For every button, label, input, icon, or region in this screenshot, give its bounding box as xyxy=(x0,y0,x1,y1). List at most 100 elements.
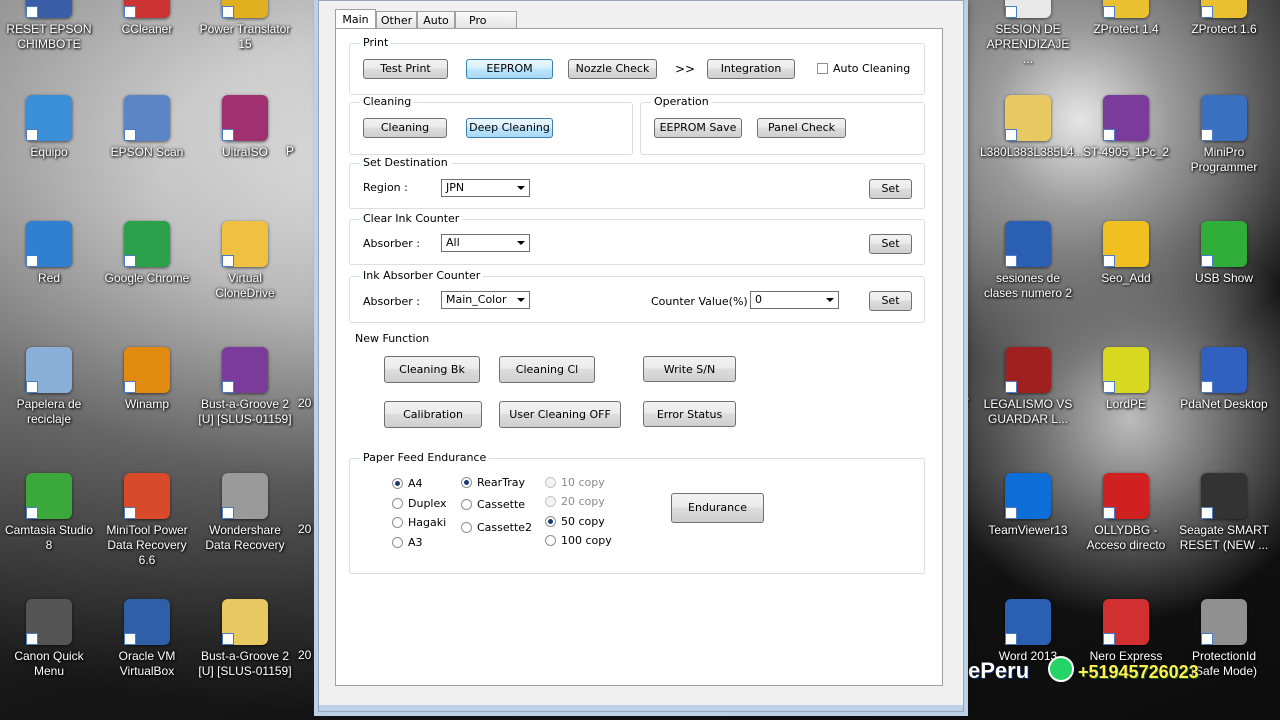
desktop-shortcut[interactable]: Power Translator 15 xyxy=(197,0,293,52)
desktop-shortcut[interactable]: Bust-a-Groove 2 [U] [SLUS-01159] xyxy=(197,347,293,427)
desktop-shortcut[interactable]: SESION DE APRENDIZAJE ... xyxy=(980,0,1076,67)
test-print-button[interactable]: Test Print xyxy=(363,59,448,79)
desktop-shortcut-label: ZProtect 1.4 xyxy=(1093,22,1159,36)
desktop-shortcut-label: Virtual CloneDrive xyxy=(215,271,275,300)
desktop-shortcut[interactable]: LordPE xyxy=(1078,347,1174,412)
desktop-shortcut[interactable]: Bust-a-Groove 2 [U] [SLUS-01159] xyxy=(197,599,293,679)
radio-cassette2[interactable] xyxy=(461,522,472,533)
desktop-shortcut[interactable]: ZProtect 1.4 xyxy=(1078,0,1174,37)
endurance-button[interactable]: Endurance xyxy=(671,493,764,523)
nozzle-check-button[interactable]: Nozzle Check xyxy=(568,59,657,79)
radio-100-copy[interactable] xyxy=(545,535,556,546)
radio-50-copy[interactable] xyxy=(545,516,556,527)
desktop-shortcut[interactable]: UltraISO xyxy=(197,95,293,160)
desktop-shortcut[interactable]: OLLYDBG - Acceso directo xyxy=(1078,473,1174,553)
ink-absorber-counter-title: Ink Absorber Counter xyxy=(360,269,484,282)
desktop-shortcut[interactable]: L380L383L385L4... xyxy=(980,95,1083,160)
watermark-brand: ePeru xyxy=(968,658,1030,683)
desktop-shortcut[interactable]: Camtasia Studio 8 xyxy=(1,473,97,553)
radio-cassette[interactable] xyxy=(461,499,472,510)
desktop-shortcut-label: LEGALISMO VS GUARDAR L... xyxy=(983,397,1073,426)
counter-value-select[interactable]: 0 xyxy=(750,291,839,309)
desktop-shortcut[interactable]: EPSON Scan xyxy=(99,95,195,160)
absorber-label: Absorber : xyxy=(363,237,420,250)
desktop-shortcut[interactable]: Oracle VM VirtualBox xyxy=(99,599,195,679)
desktop-shortcut[interactable]: RESET EPSON CHIMBOTE xyxy=(1,0,97,52)
radio-a4-label: A4 xyxy=(408,477,423,490)
cleaning-group: Cleaning Cleaning Deep Cleaning xyxy=(349,95,633,155)
desktop-shortcut[interactable]: Nero Express xyxy=(1078,599,1174,664)
desktop-shortcut[interactable]: MiniTool Power Data Recovery 6.6 xyxy=(99,473,195,568)
desktop-shortcut[interactable]: Seagate SMART RESET (NEW ... xyxy=(1176,473,1272,553)
desktop-shortcut[interactable]: Virtual CloneDrive xyxy=(197,221,293,301)
desktop-shortcut-label: PdaNet Desktop xyxy=(1180,397,1268,411)
error-status-button[interactable]: Error Status xyxy=(643,401,736,427)
set-region-button[interactable]: Set xyxy=(869,179,912,199)
set-counter-button[interactable]: Set xyxy=(869,291,912,311)
absorber-counter-select[interactable]: Main_Color xyxy=(441,291,530,309)
desktop-shortcut[interactable]: Wondershare Data Recovery xyxy=(197,473,293,553)
desktop-shortcut[interactable]: TeamViewer13 xyxy=(980,473,1076,538)
desktop-shortcut-label: CCleaner xyxy=(121,22,173,36)
desktop-shortcut[interactable]: sesiones de clases numero 2 xyxy=(980,221,1076,301)
set-clear-ink-button[interactable]: Set xyxy=(869,234,912,254)
cleaning-bk-button[interactable]: Cleaning Bk xyxy=(384,356,480,383)
desktop-shortcut[interactable]: Word 2013 xyxy=(980,599,1076,664)
chevron-down-icon xyxy=(517,186,525,190)
radio-reartray[interactable] xyxy=(461,477,472,488)
main-tab-page: Print Test Print EEPROM Nozzle Check >> … xyxy=(335,28,943,686)
desktop-shortcut[interactable]: Google Chrome xyxy=(99,221,195,286)
write-sn-button[interactable]: Write S/N xyxy=(643,356,736,382)
absorber-select[interactable]: All xyxy=(441,234,530,252)
desktop-shortcut[interactable]: Canon Quick Menu xyxy=(1,599,97,679)
user-cleaning-off-button[interactable]: User Cleaning OFF xyxy=(499,401,621,428)
desktop-shortcut[interactable]: Red xyxy=(1,221,97,286)
desktop-shortcut[interactable]: Papelera de reciclaje xyxy=(1,347,97,427)
desktop-shortcut[interactable]: Seo_Add xyxy=(1078,221,1174,286)
integration-button[interactable]: Integration xyxy=(707,59,795,79)
eeprom-save-button[interactable]: EEPROM Save xyxy=(654,118,742,138)
absorber-value: All xyxy=(446,236,460,249)
eeprom-button[interactable]: EEPROM xyxy=(466,59,553,79)
radio-a3[interactable] xyxy=(392,537,403,548)
desktop-shortcut[interactable]: MiniPro Programmer xyxy=(1176,95,1272,175)
tab-main[interactable]: Main xyxy=(335,9,376,29)
cleaning-button[interactable]: Cleaning xyxy=(363,118,447,138)
desktop-shortcut[interactable]: ZProtect 1.6 xyxy=(1176,0,1272,37)
desktop-shortcut-label: Papelera de reciclaje xyxy=(16,397,82,426)
desktop-shortcut[interactable]: CCleaner xyxy=(99,0,195,37)
region-select[interactable]: JPN xyxy=(441,179,530,197)
desktop-shortcut[interactable]: Equipo xyxy=(1,95,97,160)
desktop-shortcut-label: MiniTool Power Data Recovery 6.6 xyxy=(106,523,188,567)
desktop-shortcut[interactable]: USB Show xyxy=(1176,221,1272,286)
desktop-partial-label: T xyxy=(962,396,970,410)
radio-20-copy-label: 20 copy xyxy=(561,495,605,508)
window-frame xyxy=(319,705,963,711)
radio-duplex[interactable] xyxy=(392,498,403,509)
auto-cleaning-checkbox[interactable] xyxy=(817,63,828,74)
radio-10-copy[interactable] xyxy=(545,477,556,488)
radio-20-copy[interactable] xyxy=(545,496,556,507)
cleaning-cl-button[interactable]: Cleaning Cl xyxy=(499,356,595,383)
desktop-shortcut[interactable]: ST-4905_1Pc_2 xyxy=(1078,95,1174,160)
radio-100-copy-label: 100 copy xyxy=(561,534,612,547)
tab-auto[interactable]: Auto xyxy=(417,11,455,28)
print-group: Print Test Print EEPROM Nozzle Check >> … xyxy=(349,36,925,95)
desktop-shortcut-label: Google Chrome xyxy=(104,271,190,285)
calibration-button[interactable]: Calibration xyxy=(384,401,482,428)
desktop-shortcut[interactable]: PdaNet Desktop xyxy=(1176,347,1272,412)
tab-pro[interactable]: Pro xyxy=(455,11,517,28)
winamp-icon xyxy=(124,347,170,393)
tab-other[interactable]: Other xyxy=(376,11,417,28)
desktop-shortcut-label: L380L383L385L4... xyxy=(980,145,1084,159)
desktop-shortcut[interactable]: LEGALISMO VS GUARDAR L... xyxy=(980,347,1076,427)
deep-cleaning-button[interactable]: Deep Cleaning xyxy=(466,118,553,138)
desktop-shortcut-label: Seagate SMART RESET (NEW ... xyxy=(1179,523,1269,552)
computer-icon xyxy=(26,95,72,141)
radio-a4[interactable] xyxy=(392,478,403,489)
panel-check-button[interactable]: Panel Check xyxy=(757,118,846,138)
set-destination-group: Set Destination Region : JPN Set xyxy=(349,156,925,209)
arrows-label: >> xyxy=(675,62,696,76)
desktop-shortcut[interactable]: Winamp xyxy=(99,347,195,412)
radio-hagaki[interactable] xyxy=(392,517,403,528)
